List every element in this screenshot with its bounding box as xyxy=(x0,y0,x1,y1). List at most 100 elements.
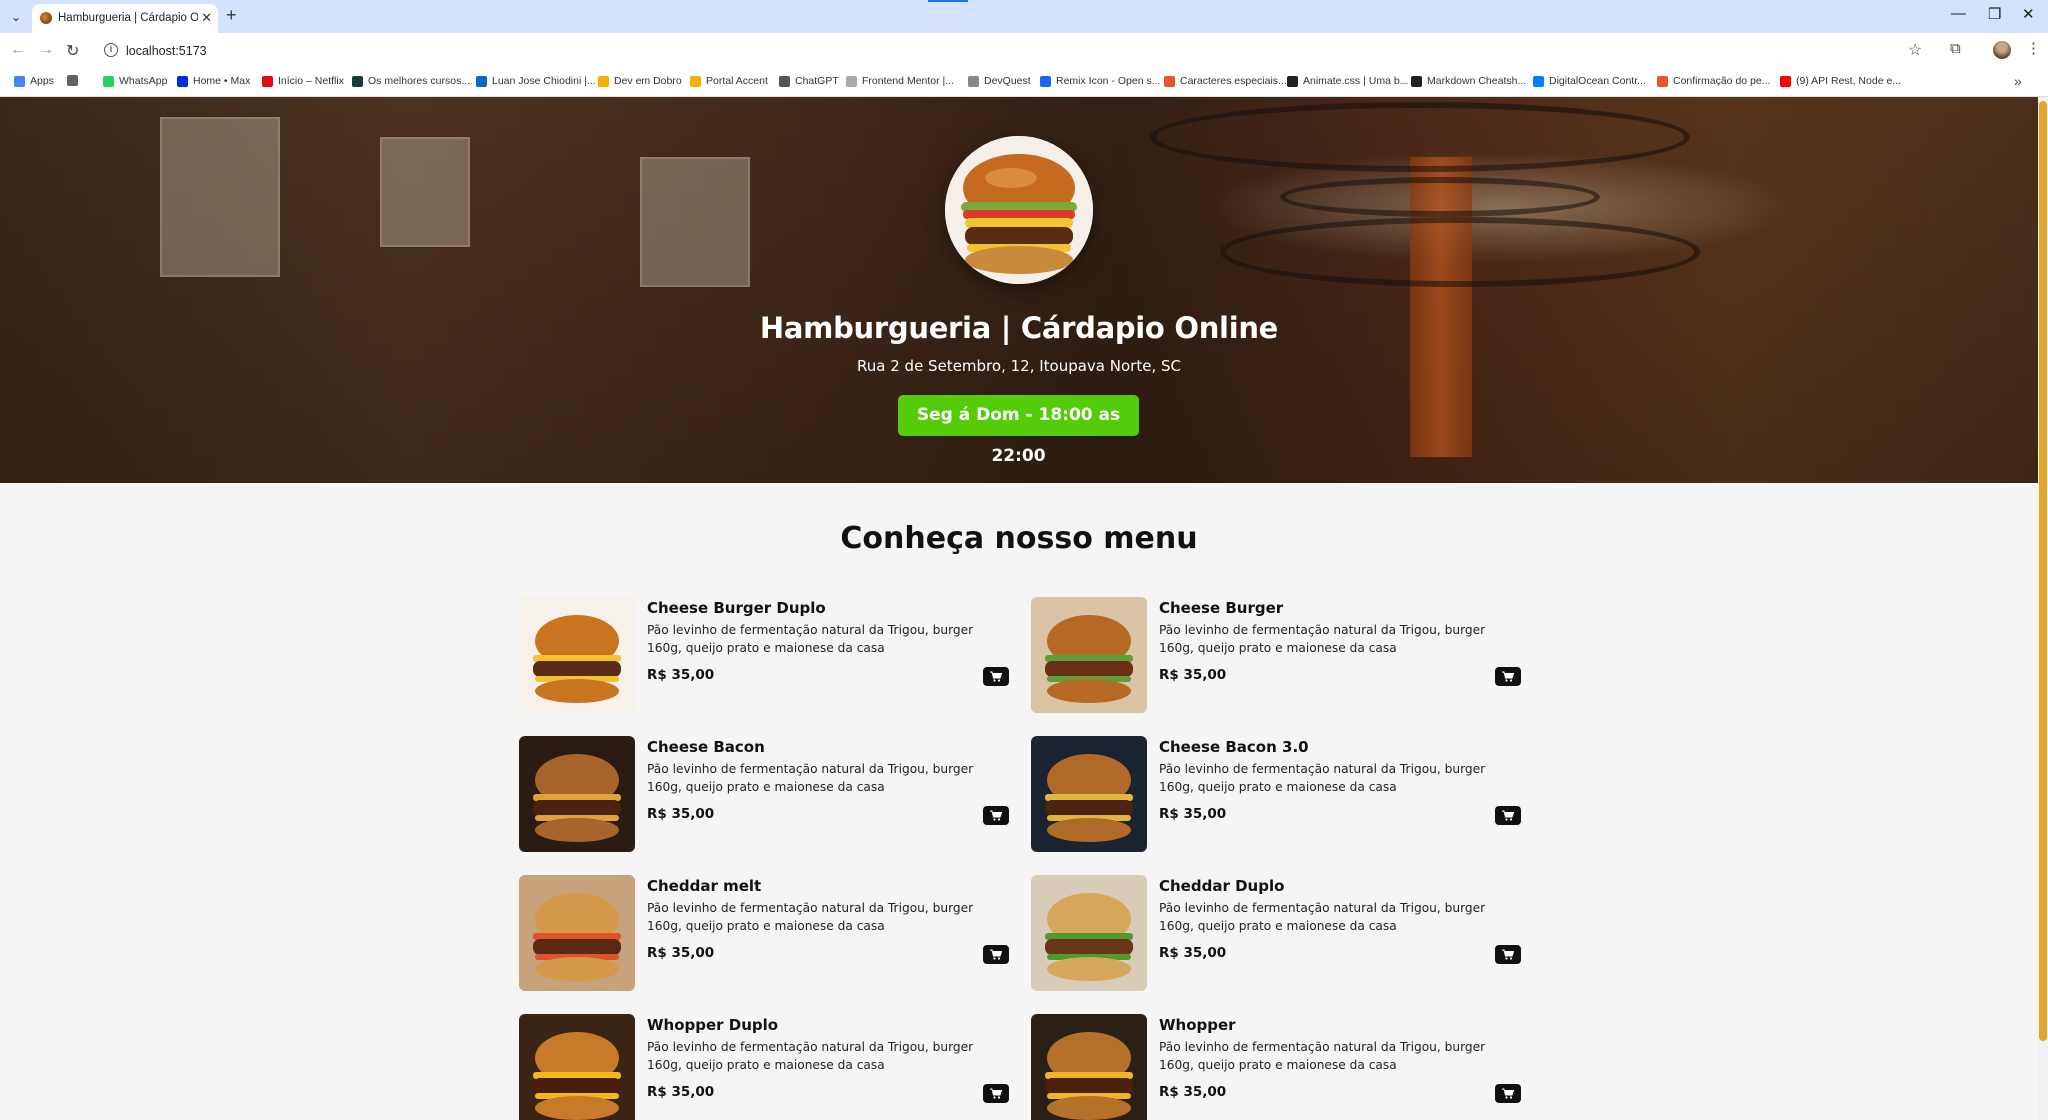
product-image xyxy=(1031,736,1147,852)
bookmark-label: Início – Netflix xyxy=(278,75,344,87)
bookmark-label: (9) API Rest, Node e... xyxy=(1796,75,1902,87)
bookmark-item[interactable]: ChatGPT xyxy=(779,75,839,87)
menu-item-card: Cheese Burger Duplo Pão levinho de fermen… xyxy=(519,597,1009,713)
ceiling-lamp xyxy=(1280,177,1600,217)
restaurant-logo xyxy=(945,136,1093,284)
bookmark-favicon-icon xyxy=(352,75,363,87)
bookmark-item[interactable]: Dev em Dobro xyxy=(598,75,682,87)
menu-section-title: Conheça nosso menu xyxy=(840,521,1198,556)
add-to-cart-button[interactable] xyxy=(1495,667,1521,686)
menu-item-card: Cheddar melt Pão levinho de fermentação n… xyxy=(519,875,1009,991)
url-text[interactable]: localhost:5173 xyxy=(126,44,207,58)
tab-search-chevron-icon[interactable]: ⌄ xyxy=(6,7,26,27)
product-image xyxy=(519,875,635,991)
add-to-cart-button[interactable] xyxy=(983,667,1009,686)
bookmark-item[interactable]: Luan Jose Chiodini |... xyxy=(476,75,596,87)
ceiling-lamp xyxy=(1150,102,1690,172)
add-to-cart-button[interactable] xyxy=(1495,806,1521,825)
tab-active[interactable]: Hamburgueria | Cárdapio Online ✕ xyxy=(32,4,218,33)
bookmark-label: Home • Max xyxy=(193,75,251,87)
menu-item-card: Cheddar Duplo Pão levinho de fermentação … xyxy=(1031,875,1521,991)
extensions-icon[interactable]: ⧉ xyxy=(1950,40,1961,57)
bookmark-item[interactable]: WhatsApp xyxy=(103,75,167,87)
product-name: Cheese Bacon 3.0 xyxy=(1159,738,1309,756)
back-icon[interactable]: ← xyxy=(10,41,26,59)
new-tab-icon[interactable]: + xyxy=(226,5,237,26)
bookmark-label: Dev em Dobro xyxy=(614,75,682,87)
page-scrollbar[interactable] xyxy=(2038,97,2048,1120)
product-image xyxy=(1031,1014,1147,1120)
bookmark-item[interactable]: Markdown Cheatsh... xyxy=(1411,75,1526,87)
more-bookmarks-icon[interactable]: » xyxy=(2014,73,2022,89)
bookmark-star-icon[interactable]: ☆ xyxy=(1908,40,1922,60)
bookmark-favicon-icon xyxy=(1411,75,1422,87)
cart-icon xyxy=(1502,949,1514,960)
add-to-cart-button[interactable] xyxy=(983,806,1009,825)
bookmark-favicon-icon xyxy=(598,75,609,87)
restore-icon[interactable]: ❐ xyxy=(1988,5,2001,23)
forward-icon[interactable]: → xyxy=(38,41,54,59)
wall-picture xyxy=(380,137,470,247)
window-close-icon[interactable]: ✕ xyxy=(2022,5,2035,23)
product-price: R$ 35,00 xyxy=(1159,1084,1227,1100)
add-to-cart-button[interactable] xyxy=(983,1084,1009,1103)
product-name: Cheese Bacon xyxy=(647,738,765,756)
browser-menu-icon[interactable]: ⋮ xyxy=(2026,39,2041,57)
tab-title: Hamburgueria | Cárdapio Online xyxy=(58,12,198,24)
reload-icon[interactable]: ↻ xyxy=(66,41,79,61)
bookmark-item[interactable]: Home • Max xyxy=(177,75,250,87)
restaurant-name: Hamburgueria | Cárdapio Online xyxy=(759,311,1279,345)
minimize-icon[interactable]: — xyxy=(1951,5,1966,22)
menu-item-card: Whopper Pão levinho de fermentação natura… xyxy=(1031,1014,1521,1120)
bookmark-item[interactable]: Caracteres especiais... xyxy=(1164,75,1287,87)
bookmark-item[interactable]: DevQuest xyxy=(968,75,1031,87)
bookmark-label: Frontend Mentor |... xyxy=(862,75,955,87)
bookmark-item[interactable]: Início – Netflix xyxy=(262,75,344,87)
burger-logo-image xyxy=(945,136,1093,284)
product-description: Pão levinho de fermentação natural da Tr… xyxy=(647,623,974,655)
product-image xyxy=(519,1014,635,1120)
bookmark-favicon-icon xyxy=(968,75,979,87)
bookmark-favicon-icon xyxy=(103,75,114,87)
bookmark-item[interactable] xyxy=(67,75,83,86)
bookmark-item[interactable]: DigitalOcean Contr... xyxy=(1533,75,1646,87)
bookmark-item[interactable]: Animate.css | Uma b... xyxy=(1287,75,1408,87)
bookmark-label: Luan Jose Chiodini |... xyxy=(492,75,596,87)
scrollbar-thumb[interactable] xyxy=(2039,101,2047,1041)
bookmark-item[interactable]: (9) API Rest, Node e... xyxy=(1780,75,1901,87)
product-image xyxy=(1031,875,1147,991)
bookmark-item[interactable]: Remix Icon - Open s... xyxy=(1040,75,1160,87)
bookmark-item[interactable]: Apps xyxy=(14,75,54,87)
add-to-cart-button[interactable] xyxy=(983,945,1009,964)
hero-banner: Hamburgueria | Cárdapio Online Rua 2 de … xyxy=(0,97,2038,483)
address-bar[interactable]: i localhost:5173 xyxy=(98,37,1910,65)
opening-hours-badge: Seg á Dom - 18:00 as 22:00 xyxy=(898,395,1139,466)
profile-avatar[interactable] xyxy=(1993,41,2011,59)
bookmark-favicon-icon xyxy=(779,75,790,87)
bookmark-item[interactable]: Frontend Mentor |... xyxy=(846,75,954,87)
bookmark-label: Os melhores cursos... xyxy=(368,75,471,87)
add-to-cart-button[interactable] xyxy=(1495,945,1521,964)
cart-icon xyxy=(990,671,1002,682)
bookmarks-bar: » Apps WhatsApp Home • Max Início – Netflix… xyxy=(0,69,2048,97)
wall-picture xyxy=(160,117,280,277)
menu-item-card: Cheese Burger Pão levinho de fermentação … xyxy=(1031,597,1521,713)
bookmark-item[interactable]: Os melhores cursos... xyxy=(352,75,470,87)
bookmark-label: WhatsApp xyxy=(119,75,168,87)
tab-drag-indicator xyxy=(928,0,968,2)
site-info-icon[interactable]: i xyxy=(104,43,118,57)
bookmark-favicon-icon xyxy=(14,75,25,87)
tab-close-icon[interactable]: ✕ xyxy=(201,10,212,26)
bookmark-item[interactable]: Confirmação do pe... xyxy=(1657,75,1770,87)
bookmark-favicon-icon xyxy=(1040,75,1051,87)
bookmark-favicon-icon xyxy=(1533,75,1544,87)
product-price: R$ 35,00 xyxy=(1159,667,1227,683)
add-to-cart-button[interactable] xyxy=(1495,1084,1521,1103)
menu-item-card: Cheese Bacon 3.0 Pão levinho de fermentaç… xyxy=(1031,736,1521,852)
bookmark-item[interactable]: Portal Accent xyxy=(690,75,768,87)
browser-toolbar: ← → ↻ i localhost:5173 ☆ ⧉ ⋮ xyxy=(0,33,2048,69)
tab-strip: ⌄ Hamburgueria | Cárdapio Online ✕ + — ❐… xyxy=(0,0,2048,33)
product-price: R$ 35,00 xyxy=(1159,806,1227,822)
bookmark-label: Caracteres especiais... xyxy=(1180,75,1287,87)
bookmark-favicon-icon xyxy=(476,75,487,87)
